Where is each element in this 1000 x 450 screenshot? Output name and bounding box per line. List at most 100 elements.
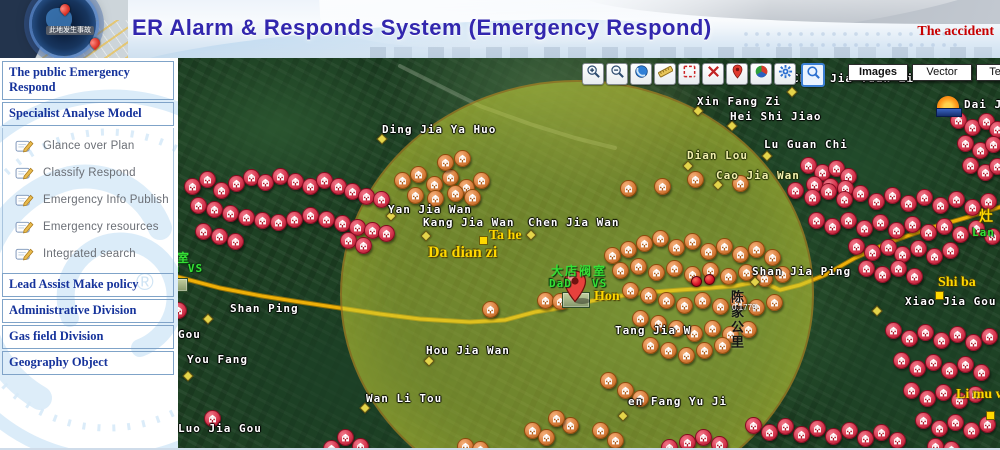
sidebar-section-geography-object[interactable]: Geography Object xyxy=(2,351,174,375)
red-building-marker[interactable] xyxy=(935,384,952,401)
red-building-marker[interactable] xyxy=(836,191,853,208)
orange-building-marker[interactable] xyxy=(652,230,669,247)
red-building-marker[interactable] xyxy=(777,418,794,435)
red-building-marker[interactable] xyxy=(856,220,873,237)
orange-building-marker[interactable] xyxy=(704,320,721,337)
red-building-marker[interactable] xyxy=(695,429,712,446)
orange-building-marker[interactable] xyxy=(407,187,424,204)
orange-building-marker[interactable] xyxy=(640,287,657,304)
red-building-marker[interactable] xyxy=(888,222,905,239)
layer-button-vector[interactable]: Vector xyxy=(912,64,972,81)
orange-building-marker[interactable] xyxy=(447,185,464,202)
red-building-marker[interactable] xyxy=(985,136,1000,153)
red-building-marker[interactable] xyxy=(302,207,319,224)
red-building-marker[interactable] xyxy=(942,242,959,259)
red-building-marker[interactable] xyxy=(973,364,990,381)
orange-building-marker[interactable] xyxy=(654,178,671,195)
red-building-marker[interactable] xyxy=(981,328,998,345)
red-building-marker[interactable] xyxy=(893,352,910,369)
red-building-marker[interactable] xyxy=(190,197,207,214)
red-building-marker[interactable] xyxy=(679,434,696,448)
measure-point-dot[interactable] xyxy=(704,274,715,285)
sidebar-section-administrative-division[interactable]: Administrative Division xyxy=(2,299,174,323)
red-building-marker[interactable] xyxy=(872,214,889,231)
orange-building-marker[interactable] xyxy=(732,246,749,263)
red-building-marker[interactable] xyxy=(920,224,937,241)
measure-button[interactable] xyxy=(654,63,676,85)
search-button[interactable] xyxy=(801,63,825,87)
orange-building-marker[interactable] xyxy=(660,342,677,359)
red-building-marker[interactable] xyxy=(318,211,335,228)
orange-building-marker[interactable] xyxy=(700,243,717,260)
red-building-marker[interactable] xyxy=(841,422,858,439)
orange-building-marker[interactable] xyxy=(482,301,499,318)
orange-building-marker[interactable] xyxy=(622,282,639,299)
orange-building-marker[interactable] xyxy=(648,264,665,281)
add-marker-button[interactable] xyxy=(726,63,748,85)
red-building-marker[interactable] xyxy=(825,428,842,445)
orange-building-marker[interactable] xyxy=(410,166,427,183)
red-building-marker[interactable] xyxy=(206,201,223,218)
red-building-marker[interactable] xyxy=(933,332,950,349)
red-building-marker[interactable] xyxy=(824,218,841,235)
orange-building-marker[interactable] xyxy=(720,268,737,285)
orange-building-marker[interactable] xyxy=(442,169,459,186)
red-building-marker[interactable] xyxy=(378,225,395,242)
red-building-marker[interactable] xyxy=(910,240,927,257)
red-building-marker[interactable] xyxy=(848,238,865,255)
red-building-marker[interactable] xyxy=(885,322,902,339)
measure-point-dot[interactable] xyxy=(691,276,702,287)
sidebar-section-the-public-emergency-respond[interactable]: The public Emergency Respond xyxy=(2,61,174,100)
orange-building-marker[interactable] xyxy=(538,429,555,446)
sidebar-item-emergency-info-publish[interactable]: Emergency Info Publish xyxy=(3,186,173,213)
orange-building-marker[interactable] xyxy=(620,180,637,197)
orange-building-marker[interactable] xyxy=(676,297,693,314)
red-building-marker[interactable] xyxy=(857,430,874,447)
red-building-marker[interactable] xyxy=(809,420,826,437)
red-building-marker[interactable] xyxy=(917,324,934,341)
red-building-marker[interactable] xyxy=(222,205,239,222)
red-building-marker[interactable] xyxy=(947,414,964,431)
orange-building-marker[interactable] xyxy=(592,422,609,439)
sidebar-item-integrated-search[interactable]: Integrated search xyxy=(3,240,173,267)
red-building-marker[interactable] xyxy=(901,330,918,347)
sidebar-section-specialist-analyse-model[interactable]: Specialist Analyse Model xyxy=(2,102,174,126)
red-building-marker[interactable] xyxy=(820,183,837,200)
select-extent-button[interactable] xyxy=(678,63,700,85)
red-building-marker[interactable] xyxy=(909,360,926,377)
red-building-marker[interactable] xyxy=(936,218,953,235)
sidebar-section-lead-assist-make-policy[interactable]: Lead Assist Make policy xyxy=(2,273,174,297)
red-building-marker[interactable] xyxy=(906,268,923,285)
red-building-marker[interactable] xyxy=(900,195,917,212)
red-building-marker[interactable] xyxy=(852,185,869,202)
orange-building-marker[interactable] xyxy=(716,238,733,255)
sidebar-section-gas-field-division[interactable]: Gas field Division xyxy=(2,325,174,349)
red-building-marker[interactable] xyxy=(903,382,920,399)
sidebar-item-glance-over-plan[interactable]: Glance over Plan xyxy=(3,132,173,159)
orange-building-marker[interactable] xyxy=(642,337,659,354)
red-building-marker[interactable] xyxy=(889,432,906,448)
red-building-marker[interactable] xyxy=(941,362,958,379)
zoom-out-button[interactable] xyxy=(606,63,628,85)
red-building-marker[interactable] xyxy=(787,182,804,199)
red-building-marker[interactable] xyxy=(711,436,728,448)
red-building-marker[interactable] xyxy=(808,212,825,229)
orange-building-marker[interactable] xyxy=(696,342,713,359)
red-building-marker[interactable] xyxy=(927,438,944,448)
red-building-marker[interactable] xyxy=(874,266,891,283)
red-building-marker[interactable] xyxy=(884,187,901,204)
red-building-marker[interactable] xyxy=(919,390,936,407)
sidebar-item-classify-respond[interactable]: Classify Respond xyxy=(3,159,173,186)
red-building-marker[interactable] xyxy=(270,214,287,231)
orange-building-marker[interactable] xyxy=(612,262,629,279)
orange-building-marker[interactable] xyxy=(607,432,624,448)
orange-building-marker[interactable] xyxy=(630,258,647,275)
orange-building-marker[interactable] xyxy=(620,241,637,258)
red-building-marker[interactable] xyxy=(989,158,1000,175)
red-building-marker[interactable] xyxy=(858,260,875,277)
orange-building-marker[interactable] xyxy=(748,241,765,258)
red-building-marker[interactable] xyxy=(890,260,907,277)
red-building-marker[interactable] xyxy=(840,212,857,229)
red-building-marker[interactable] xyxy=(963,422,980,439)
red-building-marker[interactable] xyxy=(965,334,982,351)
